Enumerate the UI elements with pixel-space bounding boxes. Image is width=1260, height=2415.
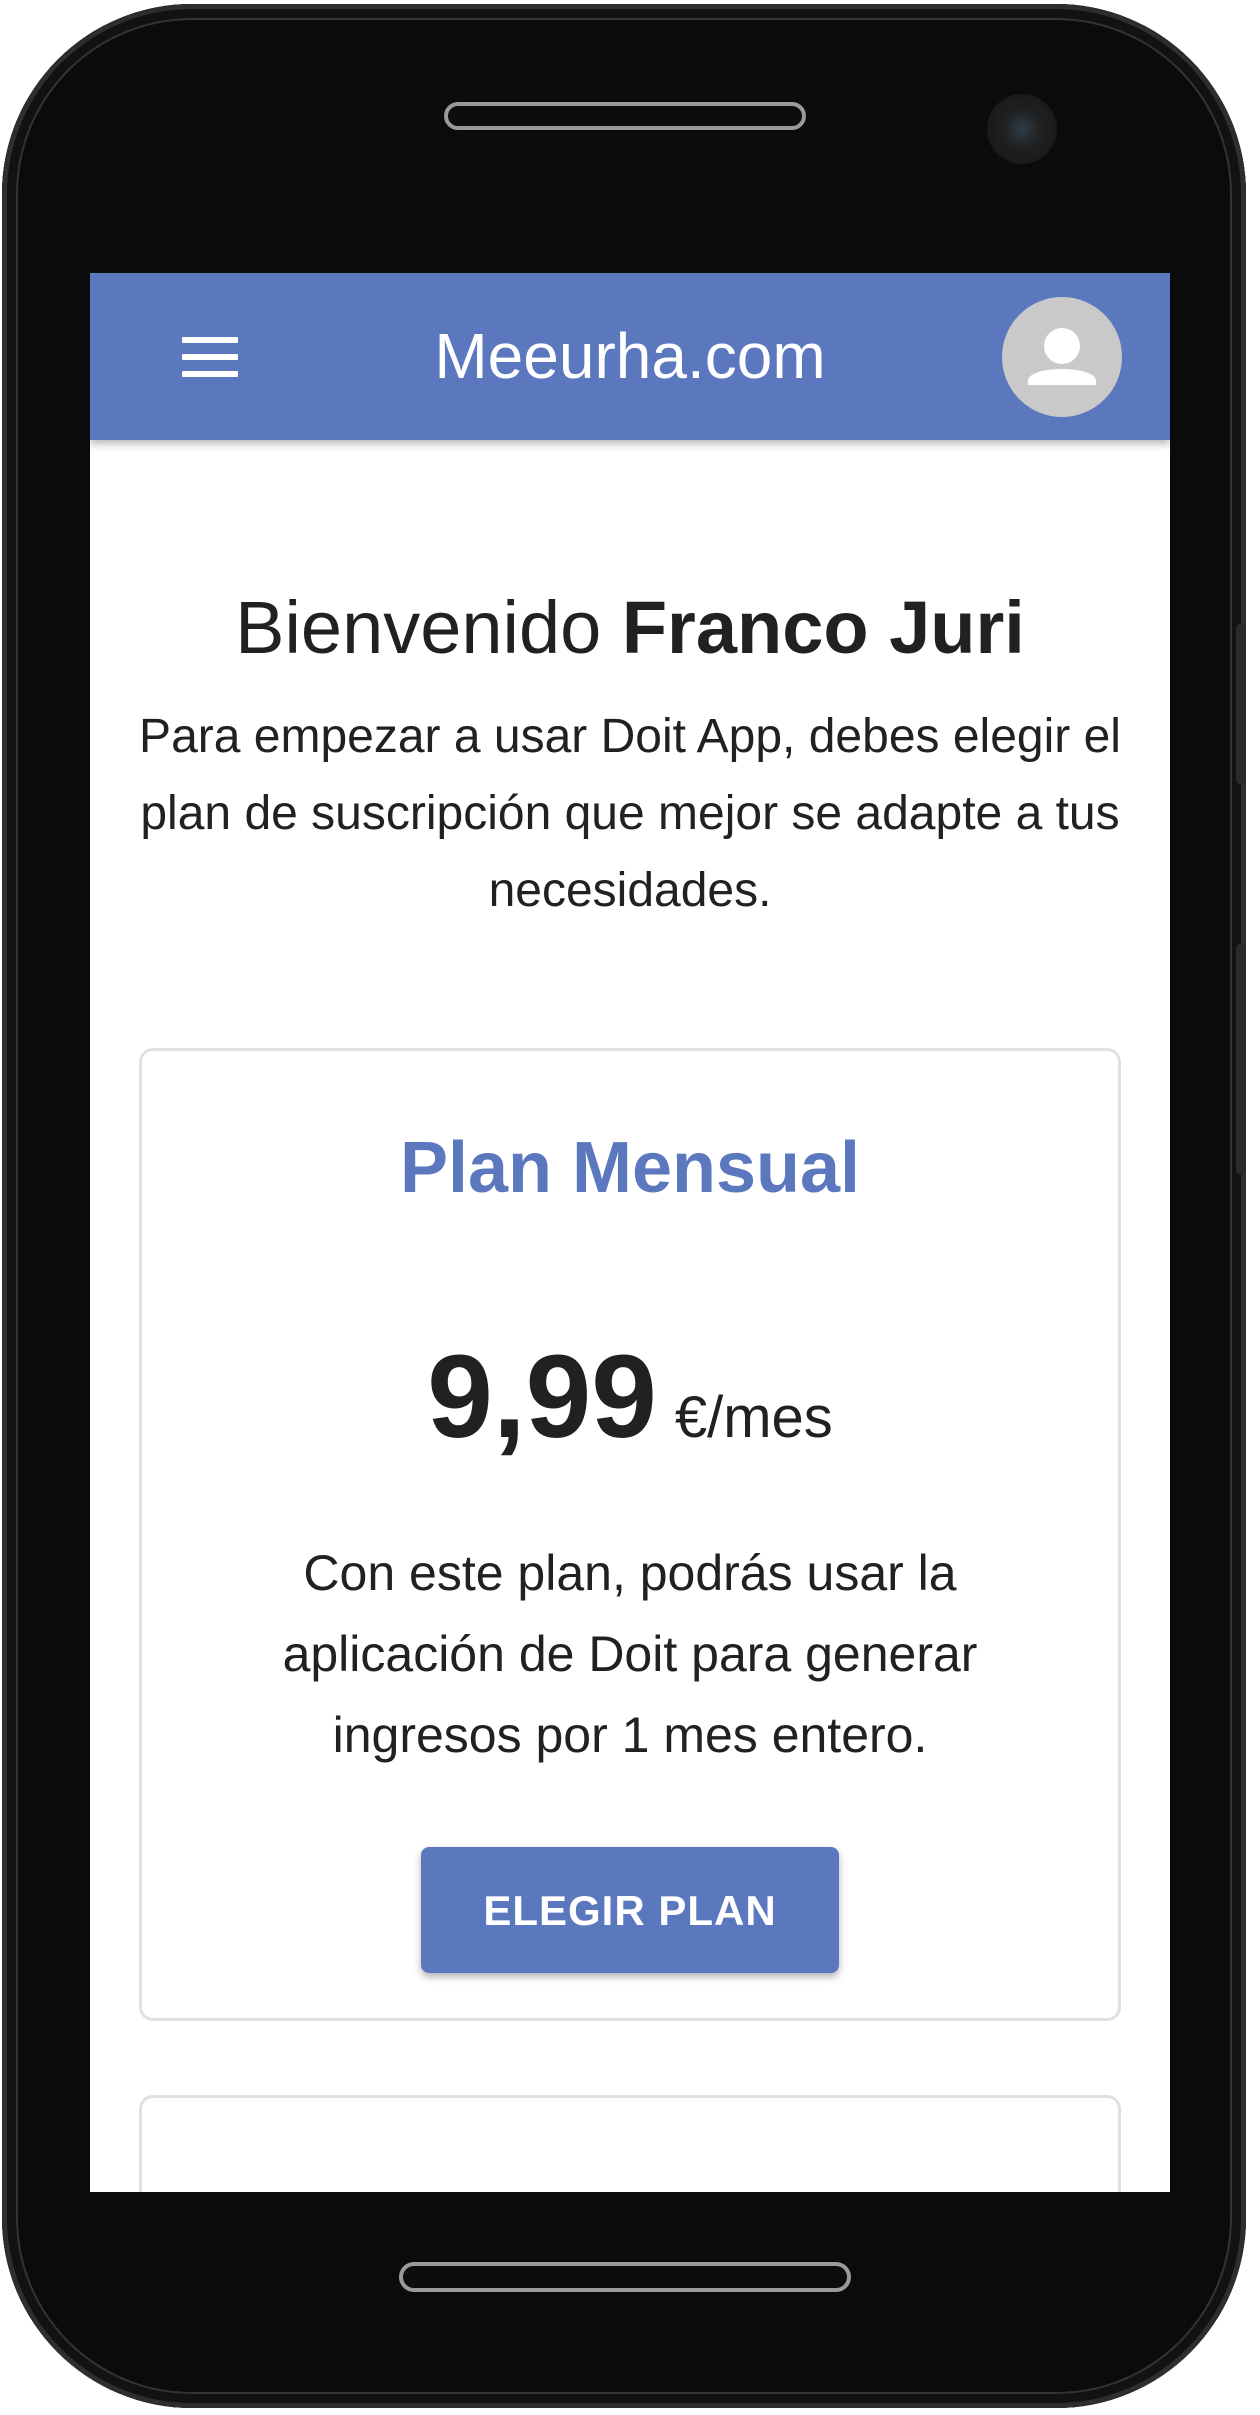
price-unit: €/mes [674, 1385, 833, 1450]
person-icon [1028, 328, 1096, 385]
intro-text: Para empezar a usar Doit App, debes eleg… [139, 710, 1121, 917]
plan-description: Con este plan, podrás usar la aplicación… [282, 1545, 978, 1763]
app-screen: Meeurha.com Bienvenido Franco Juri Para … [90, 273, 1170, 2192]
plan-card: Plan Mensual 9,99 €/mes Con este plan, po… [139, 1048, 1121, 2021]
volume-button [1236, 624, 1246, 784]
user-avatar-icon[interactable] [1002, 297, 1122, 417]
plan-card-next [139, 2095, 1121, 2192]
choose-plan-button[interactable]: ELEGIR PLAN [421, 1847, 839, 1973]
plan-name: Plan Mensual [399, 1128, 861, 1208]
power-button [1236, 944, 1246, 1174]
welcome-greeting: Bienvenido [235, 586, 602, 669]
front-camera [987, 94, 1057, 164]
price-amount: 9,99 [427, 1331, 657, 1463]
app-bar: Meeurha.com [90, 273, 1170, 440]
plan-price: 9,99 €/mes [142, 1329, 1118, 1465]
welcome-heading: Bienvenido Franco Juri [90, 585, 1170, 670]
welcome-user-name: Franco Juri [621, 586, 1025, 669]
bottom-speaker-grille [399, 2262, 851, 2292]
top-speaker-grille [444, 102, 806, 130]
hamburger-menu-icon[interactable] [182, 337, 238, 377]
